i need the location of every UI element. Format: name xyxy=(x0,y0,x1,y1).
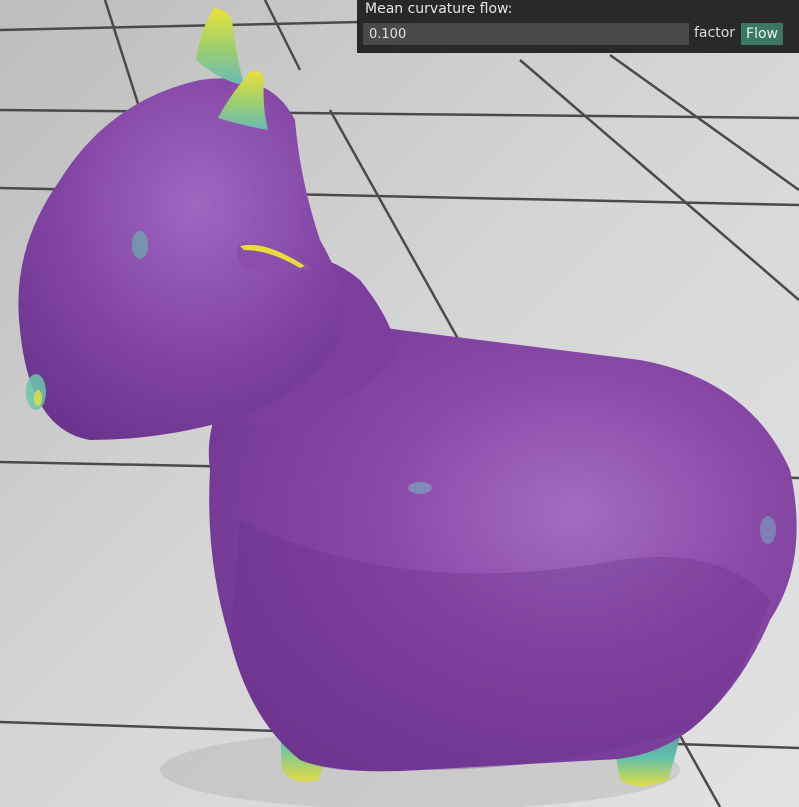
rump-curvature-spot xyxy=(760,516,776,544)
mean-curvature-flow-panel: Mean curvature flow: factor Flow xyxy=(357,0,799,53)
factor-label: factor xyxy=(694,25,736,41)
3d-viewport[interactable] xyxy=(0,0,799,807)
panel-title: Mean curvature flow: xyxy=(365,1,513,17)
cheek-curvature-spot xyxy=(132,231,148,259)
chest-curvature-spot xyxy=(408,482,432,494)
factor-input[interactable] xyxy=(363,23,689,45)
flow-button[interactable]: Flow xyxy=(741,23,783,45)
snout-curvature-core xyxy=(34,390,42,406)
